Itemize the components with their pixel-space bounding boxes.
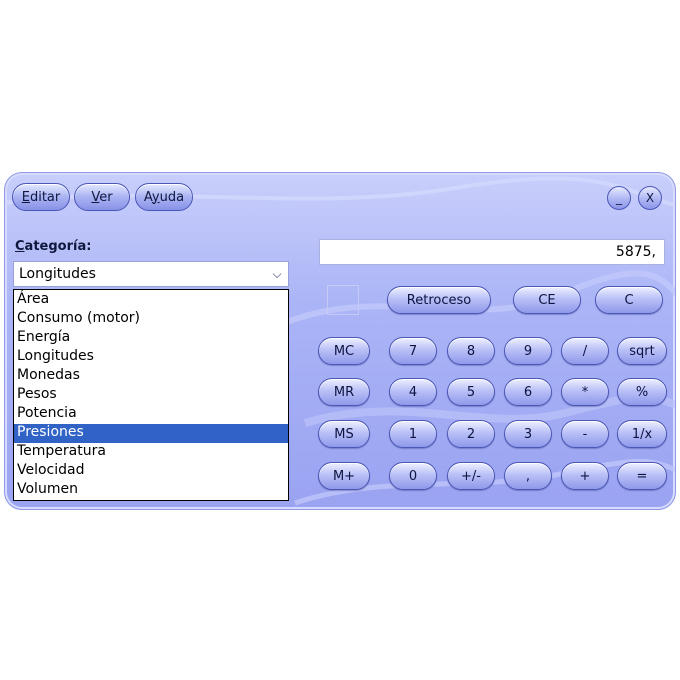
clear-button[interactable]: C <box>595 286 663 314</box>
digit-1-button[interactable]: 1 <box>389 420 437 448</box>
category-list: Área Consumo (motor) Energía Longitudes Mone… <box>13 289 289 501</box>
category-option[interactable]: Pesos <box>14 386 288 405</box>
equals-button[interactable]: = <box>617 462 667 490</box>
memory-recall-button[interactable]: MR <box>318 378 370 406</box>
category-option[interactable]: Consumo (motor) <box>14 310 288 329</box>
digit-4-button[interactable]: 4 <box>389 378 437 406</box>
menu-ayuda[interactable]: Ayuda <box>135 183 193 211</box>
category-option[interactable]: Velocidad <box>14 462 288 481</box>
category-selected-value: Longitudes <box>19 266 96 282</box>
digit-2-button[interactable]: 2 <box>447 420 495 448</box>
category-option[interactable]: Energía <box>14 329 288 348</box>
decimal-button[interactable]: , <box>504 462 552 490</box>
result-display: 5875, <box>319 239 665 265</box>
category-dropdown[interactable]: Longitudes ⌵ <box>13 261 289 287</box>
multiply-button[interactable]: * <box>561 378 609 406</box>
category-option[interactable]: Monedas <box>14 367 288 386</box>
menu-ver[interactable]: Ver <box>74 183 130 211</box>
memory-clear-button[interactable]: MC <box>318 337 370 365</box>
add-button[interactable]: + <box>561 462 609 490</box>
menu-editar[interactable]: Editar <box>12 183 70 211</box>
close-icon: X <box>645 191 655 205</box>
category-option[interactable]: Temperatura <box>14 443 288 462</box>
subtract-button[interactable]: - <box>561 420 609 448</box>
memory-store-button[interactable]: MS <box>318 420 370 448</box>
calculator-window: Editar Ver Ayuda _ X Categoría: Longitud… <box>4 172 676 510</box>
digit-8-button[interactable]: 8 <box>447 337 495 365</box>
menu-ayuda-label: Ayuda <box>143 189 185 205</box>
reciprocal-button[interactable]: 1/x <box>617 420 667 448</box>
minimize-button[interactable]: _ <box>607 186 631 210</box>
backspace-button[interactable]: Retroceso <box>387 286 491 314</box>
digit-7-button[interactable]: 7 <box>389 337 437 365</box>
digit-0-button[interactable]: 0 <box>389 462 437 490</box>
chevron-down-icon[interactable]: ⌵ <box>266 262 288 286</box>
menu-editar-label: Editar <box>21 189 61 205</box>
category-label: Categoría: <box>15 239 92 254</box>
digit-5-button[interactable]: 5 <box>447 378 495 406</box>
percent-button[interactable]: % <box>617 378 667 406</box>
category-option[interactable]: Longitudes <box>14 348 288 367</box>
close-button[interactable]: X <box>638 186 662 210</box>
digit-3-button[interactable]: 3 <box>504 420 552 448</box>
sqrt-button[interactable]: sqrt <box>617 337 667 365</box>
memory-add-button[interactable]: M+ <box>318 462 370 490</box>
sign-toggle-button[interactable]: +/- <box>447 462 495 490</box>
category-option[interactable]: Volumen <box>14 481 288 500</box>
clear-entry-button[interactable]: CE <box>513 286 581 314</box>
digit-6-button[interactable]: 6 <box>504 378 552 406</box>
menu-ver-label: Ver <box>91 189 113 205</box>
category-option[interactable]: Presiones <box>14 424 288 443</box>
divide-button[interactable]: / <box>561 337 609 365</box>
category-option[interactable]: Potencia <box>14 405 288 424</box>
memory-indicator <box>327 285 359 315</box>
digit-9-button[interactable]: 9 <box>504 337 552 365</box>
category-option[interactable]: Área <box>14 291 288 310</box>
minimize-icon: _ <box>616 191 622 205</box>
